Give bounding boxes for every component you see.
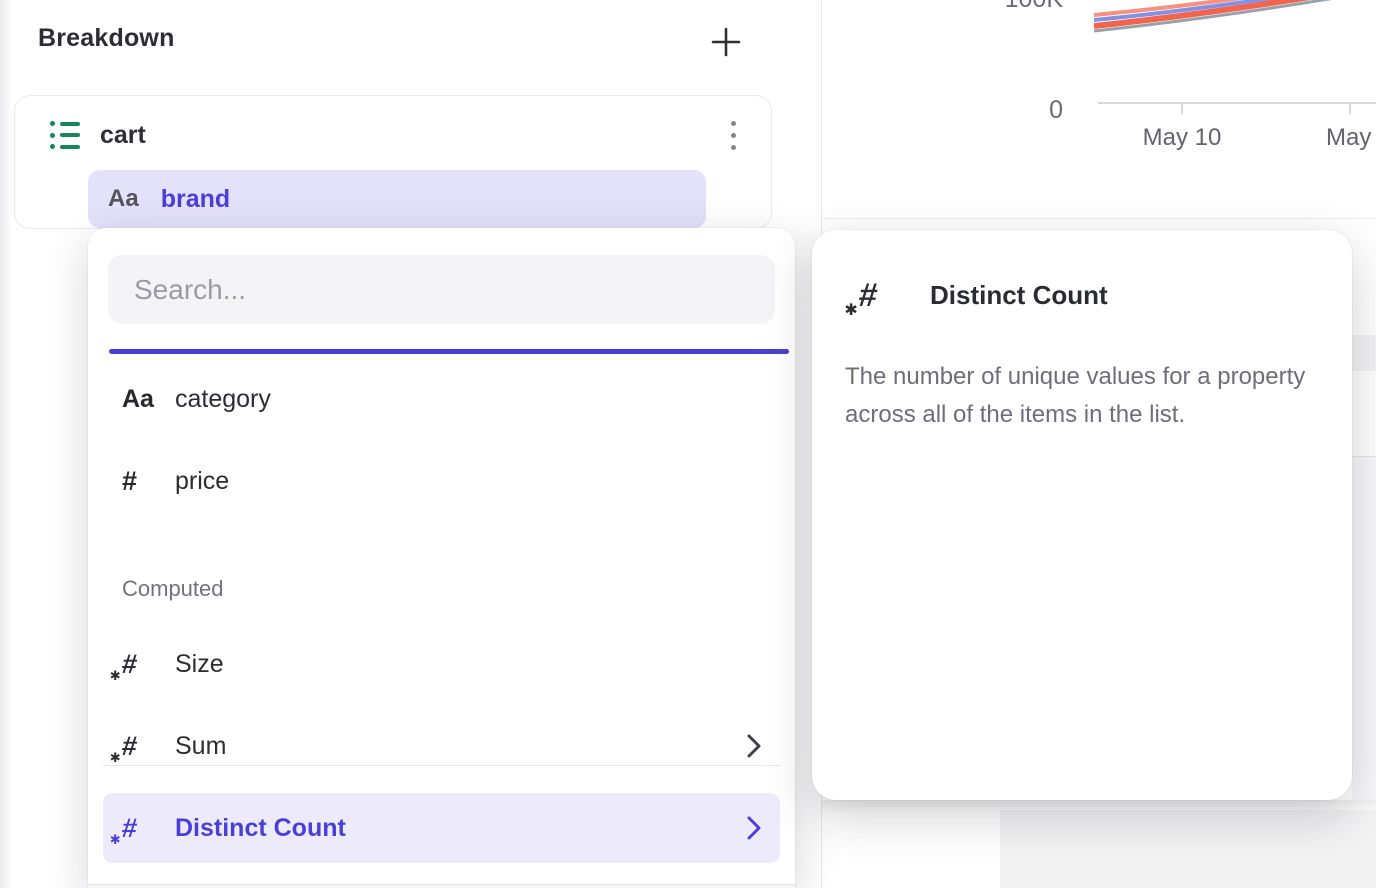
text-type-icon: Aa xyxy=(108,185,139,213)
computed-number-icon: #✱ xyxy=(120,813,138,844)
breakdown-section-title: Breakdown xyxy=(38,24,175,53)
chevron-right-icon xyxy=(747,815,762,841)
dropdown-item-label: Sum xyxy=(175,732,226,761)
left-edge-shadow xyxy=(0,0,12,888)
selected-breakdown-pill[interactable]: Aa brand xyxy=(88,170,706,228)
background-region xyxy=(1352,457,1376,800)
x-axis-tick xyxy=(1181,103,1183,114)
dropdown-item-size[interactable]: #✱ Size xyxy=(103,629,780,699)
background-table-row xyxy=(1352,335,1376,371)
distinct-count-info-card: #✱ Distinct Count The number of unique v… xyxy=(812,230,1352,800)
dropdown-item-category[interactable]: Aa category xyxy=(103,364,780,434)
star-icon: ✱ xyxy=(110,832,121,848)
x-axis-line xyxy=(1098,102,1376,104)
kebab-menu-icon[interactable] xyxy=(721,112,745,158)
y-axis-tick-100k: 100K xyxy=(990,0,1063,14)
dropdown-item-sum[interactable]: #✱ Sum xyxy=(103,711,780,781)
background-section xyxy=(1000,810,1376,888)
dropdown-item-label: price xyxy=(175,467,229,496)
computed-section-label: Computed xyxy=(122,576,224,602)
star-icon: ✱ xyxy=(110,750,121,766)
search-input[interactable] xyxy=(108,255,775,324)
x-axis-tick xyxy=(1349,103,1351,114)
cart-property-label: cart xyxy=(100,121,146,150)
chevron-right-icon xyxy=(747,733,762,759)
computed-number-icon: #✱ xyxy=(120,731,138,762)
computed-number-icon: #✱ xyxy=(120,649,138,680)
plus-icon xyxy=(710,26,742,58)
dropdown-item-label: Distinct Count xyxy=(175,814,346,843)
star-icon: ✱ xyxy=(844,300,857,320)
dropdown-item-label: Size xyxy=(175,650,224,679)
app-screen: 100K 0 May 10 May 15 Breakdown cart Aa b… xyxy=(0,0,1376,888)
computed-number-icon: #✱ xyxy=(857,276,879,314)
add-breakdown-button[interactable] xyxy=(704,20,748,64)
x-axis-label-may10: May 10 xyxy=(1127,124,1237,152)
list-property-icon xyxy=(50,121,80,149)
dropdown-item-price[interactable]: # price xyxy=(103,446,780,516)
property-select-dropdown: Aa category # price Computed #✱ Size #✱ … xyxy=(88,228,795,888)
text-type-icon: Aa xyxy=(122,385,154,414)
selected-property-label: brand xyxy=(161,185,230,214)
star-icon: ✱ xyxy=(110,668,121,684)
line-chart-series xyxy=(1094,0,1376,48)
dropdown-item-distinct-count[interactable]: #✱ Distinct Count xyxy=(103,793,780,863)
y-axis-tick-0: 0 xyxy=(1030,96,1063,125)
info-card-title: Distinct Count xyxy=(930,280,1108,311)
chart-bottom-divider xyxy=(822,218,1376,219)
search-box xyxy=(108,255,775,324)
dropdown-item-label: category xyxy=(175,385,271,414)
info-card-description: The number of unique values for a proper… xyxy=(845,358,1345,434)
number-type-icon: # xyxy=(122,466,137,497)
x-axis-label-may15: May 15 xyxy=(1326,124,1376,152)
active-tab-indicator xyxy=(109,349,789,354)
